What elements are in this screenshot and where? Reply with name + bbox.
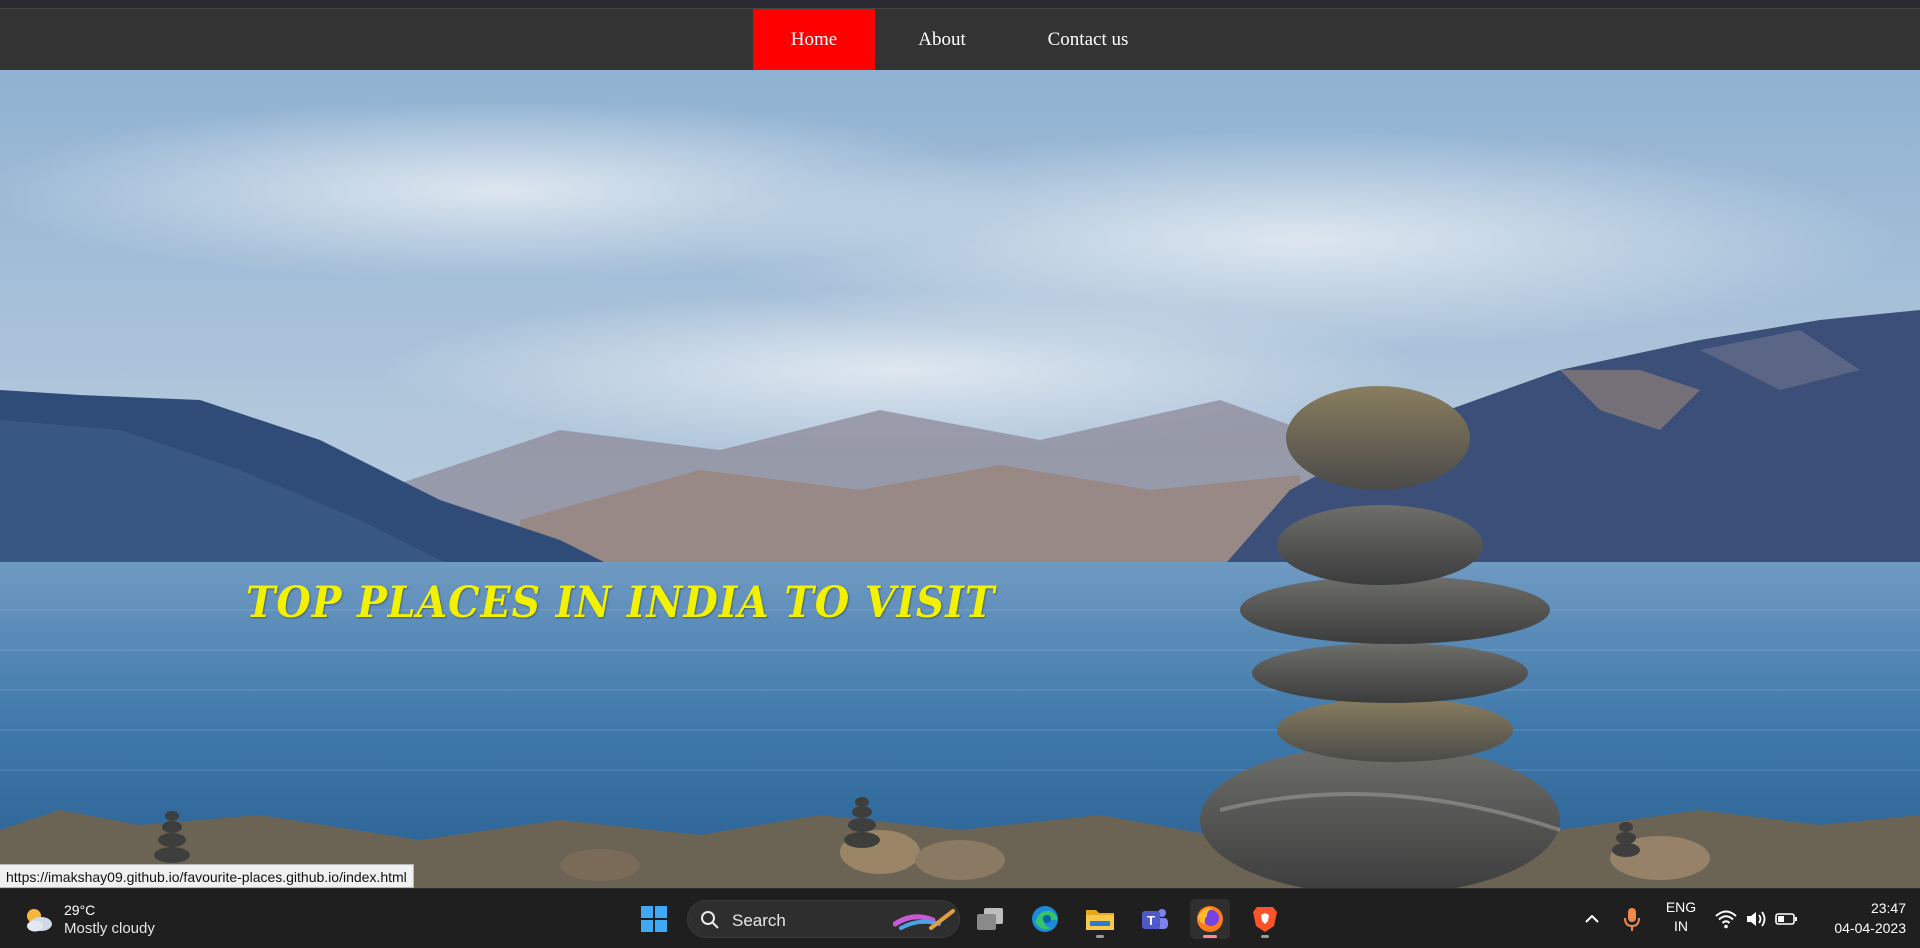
wifi-icon[interactable] — [1714, 907, 1738, 931]
weather-temperature: 29°C — [64, 902, 96, 918]
edge-button[interactable] — [1025, 899, 1065, 939]
site-navigation: Home About Contact us — [0, 9, 1920, 70]
language-code: ENG — [1665, 899, 1697, 915]
chevron-up-icon[interactable] — [1580, 907, 1604, 931]
language-indicator[interactable]: ENG IN — [1660, 898, 1702, 936]
teams-button[interactable]: T — [1135, 899, 1175, 939]
search-label: Search — [732, 911, 786, 930]
nav-home-link[interactable]: Home — [753, 9, 875, 70]
nav-contact-link[interactable]: Contact us — [1028, 9, 1148, 70]
clock-date: 04-04-2023 — [1834, 920, 1906, 936]
task-view-button[interactable] — [970, 899, 1010, 939]
partly-cloudy-icon — [27, 909, 52, 932]
browser-top-strip — [0, 0, 1920, 9]
taskbar-clock[interactable]: 23:47 04-04-2023 — [1812, 898, 1906, 938]
firefox-icon — [1197, 906, 1223, 932]
active-window-indicator — [1203, 935, 1217, 938]
running-indicator — [1096, 935, 1104, 938]
volume-icon[interactable] — [1744, 907, 1768, 931]
running-indicator — [1261, 935, 1269, 938]
file-explorer-icon — [1086, 910, 1114, 930]
windows-start-button[interactable] — [634, 899, 674, 939]
windows-start-icon — [641, 906, 667, 932]
brave-icon — [1253, 907, 1277, 932]
search-icon — [701, 911, 719, 929]
hero-banner: TOP PLACES IN INDIA TO VISIT — [0, 70, 1920, 888]
language-region: IN — [1674, 918, 1688, 934]
edge-icon — [1032, 906, 1058, 932]
windows-taskbar: 29°C Mostly cloudy Search T ENG IN 23:47… — [0, 888, 1920, 948]
brave-button[interactable] — [1245, 899, 1285, 939]
firefox-button[interactable] — [1190, 899, 1230, 939]
svg-text:T: T — [1147, 913, 1155, 928]
teams-icon: T — [1142, 909, 1168, 929]
microphone-icon[interactable] — [1622, 905, 1642, 933]
weather-description: Mostly cloudy — [64, 920, 155, 937]
hero-landscape-image — [0, 70, 1920, 888]
file-explorer-button[interactable] — [1080, 899, 1120, 939]
hero-title: TOP PLACES IN INDIA TO VISIT — [246, 578, 996, 628]
nav-about-link[interactable]: About — [890, 9, 994, 70]
weather-widget[interactable]: 29°C Mostly cloudy — [18, 899, 188, 939]
task-view-icon — [977, 908, 1003, 930]
clock-time: 23:47 — [1870, 900, 1906, 916]
battery-icon[interactable] — [1774, 909, 1798, 929]
taskbar-search-box[interactable]: Search — [687, 900, 960, 938]
link-status-url: https://imakshay09.github.io/favourite-p… — [0, 864, 414, 888]
search-highlight-art-icon — [893, 909, 955, 930]
